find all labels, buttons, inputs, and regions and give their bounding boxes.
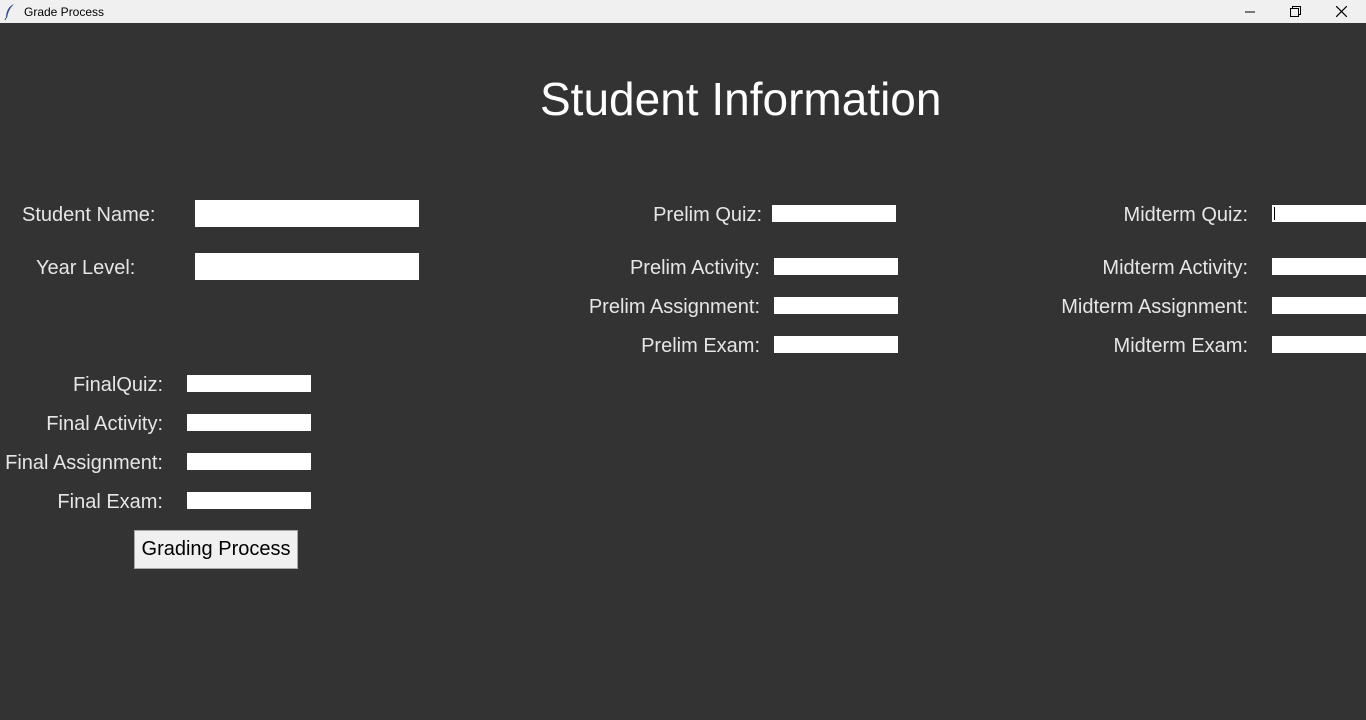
close-icon (1335, 6, 1347, 17)
final-activity-field[interactable] (187, 414, 311, 431)
window-title: Grade Process (24, 5, 105, 19)
restore-button[interactable] (1272, 0, 1318, 23)
midterm-quiz-field[interactable] (1272, 205, 1366, 222)
title-bar: Grade Process (0, 0, 1366, 23)
prelim-quiz-label: Prelim Quiz: (653, 204, 762, 226)
minimize-icon (1245, 11, 1255, 12)
midterm-assignment-label: Midterm Assignment: (1061, 296, 1248, 318)
midterm-activity-field[interactable] (1272, 258, 1366, 275)
final-quiz-field[interactable] (187, 375, 311, 392)
year-level-label: Year Level: (36, 257, 136, 279)
feather-icon (4, 4, 14, 20)
prelim-activity-label: Prelim Activity: (629, 257, 760, 279)
prelim-assignment-field[interactable] (774, 297, 898, 314)
close-button[interactable] (1318, 0, 1364, 23)
grading-process-button[interactable]: Grading Process (134, 530, 298, 569)
midterm-activity-label: Midterm Activity: (1102, 257, 1248, 279)
final-assignment-field[interactable] (187, 453, 311, 470)
prelim-assignment-label: Prelim Assignment: (588, 296, 760, 318)
page-title: Student Information (540, 73, 942, 125)
midterm-exam-label: Midterm Exam: (1113, 335, 1248, 357)
text-cursor (1274, 207, 1275, 220)
year-level-field[interactable] (195, 253, 419, 280)
final-quiz-label: FinalQuiz: (72, 374, 163, 396)
final-exam-field[interactable] (187, 492, 311, 509)
prelim-exam-label: Prelim Exam: (641, 335, 760, 357)
prelim-exam-field[interactable] (774, 336, 898, 353)
final-assignment-label: Final Assignment: (5, 452, 163, 474)
minimize-button[interactable] (1227, 0, 1273, 23)
prelim-activity-field[interactable] (774, 258, 898, 275)
final-exam-label: Final Exam: (57, 491, 163, 513)
student-name-label: Student Name: (22, 204, 156, 226)
prelim-quiz-field[interactable] (772, 205, 896, 222)
student-name-field[interactable] (195, 200, 419, 227)
midterm-assignment-field[interactable] (1272, 297, 1366, 314)
midterm-quiz-label: Midterm Quiz: (1123, 204, 1248, 226)
restore-icon (1289, 6, 1301, 17)
midterm-exam-field[interactable] (1272, 336, 1366, 353)
final-activity-label: Final Activity: (46, 413, 163, 435)
